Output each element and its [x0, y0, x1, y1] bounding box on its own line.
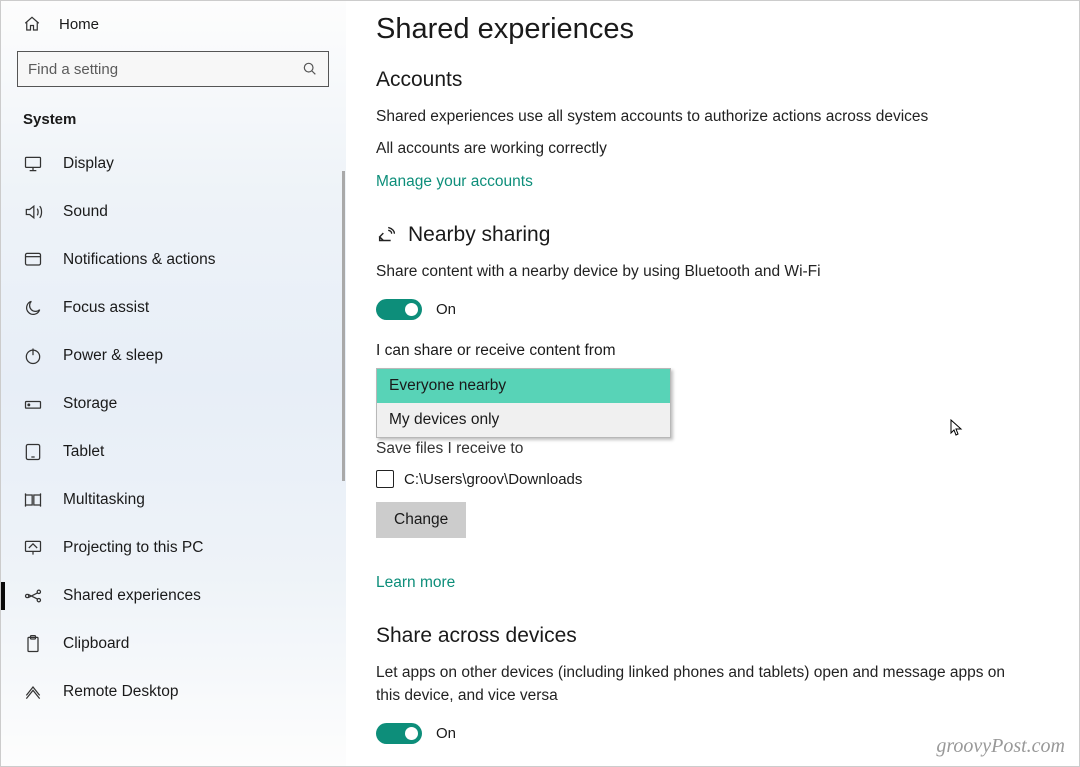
power-icon	[23, 346, 43, 366]
sidebar-item-label: Shared experiences	[63, 587, 201, 605]
sidebar-item-display[interactable]: Display	[1, 140, 345, 188]
dropdown-option-mydevices[interactable]: My devices only	[377, 403, 670, 437]
tablet-icon	[23, 442, 43, 462]
manage-accounts-link[interactable]: Manage your accounts	[376, 173, 533, 191]
sidebar-section-label: System	[1, 97, 345, 140]
sidebar-item-label: Display	[63, 155, 114, 173]
shared-icon	[23, 586, 43, 606]
across-section: Share across devices Let apps on other d…	[376, 624, 1049, 744]
sidebar-item-label: Multitasking	[63, 491, 145, 509]
nearby-toggle-label: On	[436, 301, 456, 318]
watermark: groovyPost.com	[936, 735, 1065, 758]
sidebar-item-storage[interactable]: Storage	[1, 380, 345, 428]
sidebar-item-remote-desktop[interactable]: Remote Desktop	[1, 668, 345, 716]
sidebar-item-label: Notifications & actions	[63, 251, 216, 269]
across-toggle-label: On	[436, 725, 456, 742]
save-path: C:\Users\groov\Downloads	[404, 471, 582, 488]
storage-icon	[23, 394, 43, 414]
across-toggle[interactable]	[376, 723, 422, 744]
sidebar-item-label: Projecting to this PC	[63, 539, 203, 557]
nearby-toggle[interactable]	[376, 299, 422, 320]
notification-icon	[23, 250, 43, 270]
accounts-status: All accounts are working correctly	[376, 138, 1016, 160]
multitask-icon	[23, 490, 43, 510]
clipboard-icon	[23, 634, 43, 654]
sidebar-item-label: Clipboard	[63, 635, 129, 653]
share-icon	[376, 224, 398, 246]
sidebar-item-tablet[interactable]: Tablet	[1, 428, 345, 476]
sidebar-item-focus-assist[interactable]: Focus assist	[1, 284, 345, 332]
folder-icon	[376, 470, 394, 488]
sidebar-item-shared-experiences[interactable]: Shared experiences	[1, 572, 345, 620]
sidebar-item-multitasking[interactable]: Multitasking	[1, 476, 345, 524]
sidebar-item-projecting-to-this-pc[interactable]: Projecting to this PC	[1, 524, 345, 572]
sidebar-list: Display Sound Notifications & actions Focus…	[1, 140, 345, 716]
sidebar-item-label: Tablet	[63, 443, 104, 461]
settings-window: Home System Display Sound Notifications & …	[0, 0, 1080, 767]
nearby-section: Nearby sharing Share content with a near…	[376, 223, 1049, 592]
home-label: Home	[59, 16, 99, 33]
search-input[interactable]	[17, 51, 329, 87]
sound-icon	[23, 202, 43, 222]
monitor-icon	[23, 154, 43, 174]
change-button[interactable]: Change	[376, 502, 466, 538]
sidebar-item-label: Focus assist	[63, 299, 149, 317]
learn-more-link[interactable]: Learn more	[376, 574, 455, 592]
page-title: Shared experiences	[376, 13, 1049, 46]
search-field[interactable]	[28, 61, 302, 78]
share-from-dropdown[interactable]: Everyone nearby My devices only	[376, 368, 671, 438]
share-from-label: I can share or receive content from	[376, 342, 1049, 360]
dropdown-option-everyone[interactable]: Everyone nearby	[377, 369, 670, 403]
sidebar-item-notifications-actions[interactable]: Notifications & actions	[1, 236, 345, 284]
main-content: Shared experiences Accounts Shared exper…	[346, 1, 1079, 766]
remote-icon	[23, 682, 43, 702]
sidebar-item-label: Storage	[63, 395, 117, 413]
sidebar-item-clipboard[interactable]: Clipboard	[1, 620, 345, 668]
moon-icon	[23, 298, 43, 318]
sidebar-item-label: Remote Desktop	[63, 683, 178, 701]
home-icon	[23, 15, 41, 33]
nearby-heading: Nearby sharing	[376, 223, 1049, 247]
across-desc: Let apps on other devices (including lin…	[376, 662, 1016, 707]
accounts-desc: Shared experiences use all system accoun…	[376, 106, 1016, 128]
sidebar-item-label: Sound	[63, 203, 108, 221]
home-nav[interactable]: Home	[1, 1, 345, 43]
sidebar-item-power-sleep[interactable]: Power & sleep	[1, 332, 345, 380]
save-files-label: Save files I receive to	[376, 440, 1049, 458]
across-heading: Share across devices	[376, 624, 1049, 648]
sidebar-item-label: Power & sleep	[63, 347, 163, 365]
sidebar: Home System Display Sound Notifications & …	[1, 1, 346, 766]
search-icon	[302, 61, 318, 77]
project-icon	[23, 538, 43, 558]
accounts-section: Accounts Shared experiences use all syst…	[376, 68, 1049, 191]
sidebar-item-sound[interactable]: Sound	[1, 188, 345, 236]
accounts-heading: Accounts	[376, 68, 1049, 92]
nearby-desc: Share content with a nearby device by us…	[376, 261, 1016, 283]
sidebar-scrollbar[interactable]	[342, 171, 345, 481]
